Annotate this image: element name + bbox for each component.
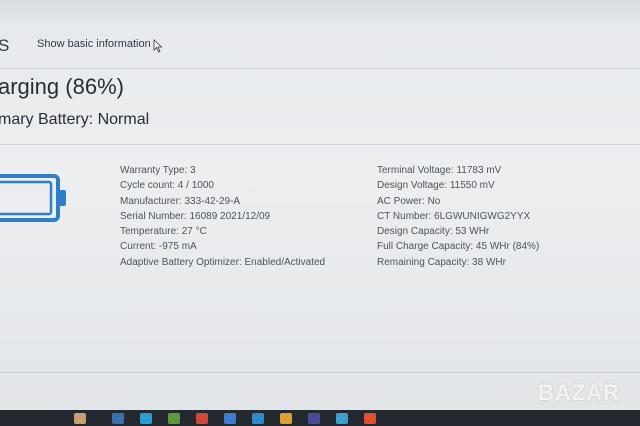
taskbar-app-icon[interactable] — [224, 413, 236, 424]
taskbar — [0, 410, 640, 426]
temperature: Temperature: 27 °C — [120, 226, 207, 238]
watermark-logo: BAZAR — [538, 380, 620, 405]
taskbar-app-icon[interactable] — [280, 413, 292, 424]
full-charge-capacity: Full Charge Capacity: 45 WHr (84%) — [377, 241, 540, 253]
header-title-fragment: S — [0, 36, 10, 55]
ct-number: CT Number: 6LGWUNIGWG2YYX — [377, 210, 531, 222]
remaining-capacity: Remaining Capacity: 38 WHr — [377, 256, 506, 268]
battery-details-left: Warranty Type: 3 Cycle count: 4 / 1000 M… — [120, 163, 325, 270]
terminal-voltage: Terminal Voltage: 11783 mV — [377, 165, 502, 176]
design-voltage: Design Voltage: 11550 mV — [377, 180, 495, 192]
taskbar-app-icon[interactable] — [336, 413, 348, 424]
design-capacity: Design Capacity: 53 WHr — [377, 226, 490, 238]
charging-status-heading: arging (86%) — [0, 74, 124, 99]
taskbar-app-icon[interactable] — [112, 413, 124, 424]
primary-battery-status: mary Battery: Normal — [0, 111, 150, 128]
adaptive-battery-optimizer: Adaptive Battery Optimizer: Enabled/Acti… — [120, 256, 326, 268]
section-divider — [0, 144, 640, 145]
taskbar-app-icon[interactable] — [140, 413, 152, 424]
taskbar-app-icon[interactable] — [364, 413, 376, 424]
cycle-count: Cycle count: 4 / 1000 — [120, 180, 214, 192]
ac-power: AC Power: No — [377, 195, 441, 207]
taskbar-app-icon[interactable] — [308, 413, 320, 424]
manufacturer: Manufacturer: 333-42-29-A — [120, 195, 241, 207]
bottom-divider — [0, 372, 640, 373]
battery-details-right: Terminal Voltage: 11783 mV Design Voltag… — [377, 163, 539, 270]
taskbar-app-icon[interactable] — [74, 413, 86, 424]
warranty-type: Warranty Type: 3 — [120, 165, 196, 176]
taskbar-app-icon[interactable] — [196, 413, 208, 424]
taskbar-app-icon[interactable] — [168, 413, 180, 424]
battery-icon — [0, 174, 66, 222]
taskbar-app-icon[interactable] — [252, 413, 264, 424]
current: Current: -975 mA — [120, 241, 197, 253]
top-bar — [0, 0, 640, 24]
mouse-cursor-icon — [153, 39, 163, 53]
page-header: S Show basic information — [0, 24, 640, 69]
show-basic-information-link[interactable]: Show basic information — [37, 38, 151, 50]
serial-number: Serial Number: 16089 2021/12/09 — [120, 210, 271, 222]
